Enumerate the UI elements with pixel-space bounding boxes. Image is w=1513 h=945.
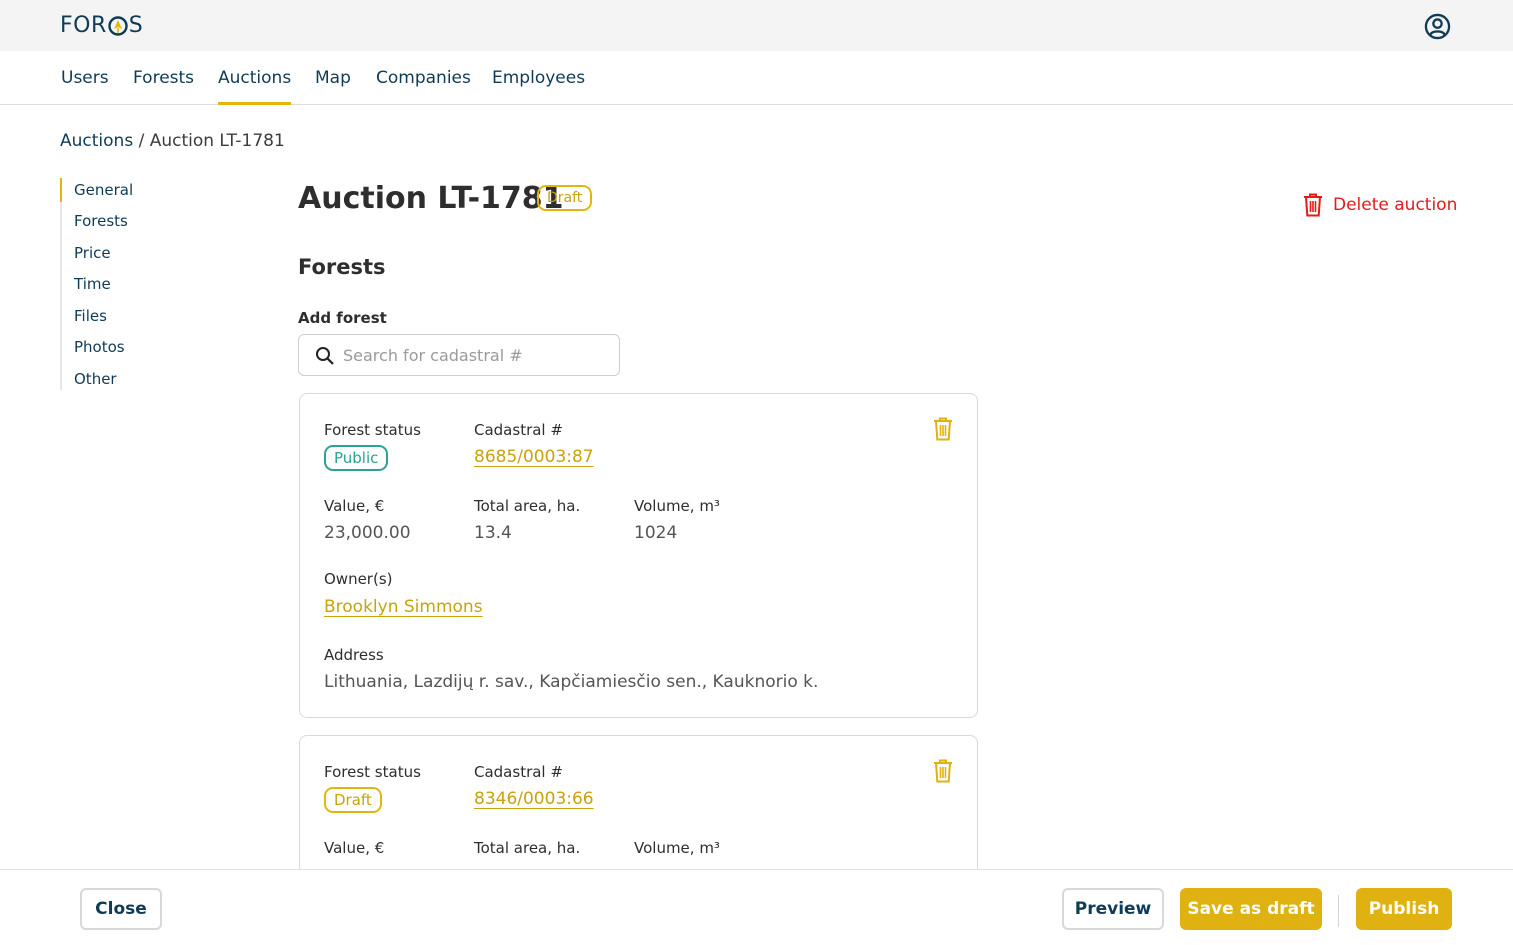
forests-section-title: Forests xyxy=(298,255,386,279)
user-account-icon[interactable] xyxy=(1424,13,1451,40)
cadastral-link[interactable]: 8346/0003:66 xyxy=(474,789,594,809)
preview-button[interactable]: Preview xyxy=(1062,888,1164,930)
nav-users[interactable]: Users xyxy=(61,68,109,105)
breadcrumb-separator: / xyxy=(138,131,145,151)
remove-forest-trash-icon[interactable] xyxy=(933,759,953,783)
total-area-value: 13.4 xyxy=(474,523,512,543)
forest-card: Forest status Public Cadastral # 8685/00… xyxy=(299,393,978,718)
value-amount: 23,000.00 xyxy=(324,523,411,543)
cadastral-link[interactable]: 8685/0003:87 xyxy=(474,447,594,467)
total-area-label: Total area, ha. xyxy=(474,839,581,857)
top-bar: FOR S xyxy=(0,0,1513,51)
sidebar-item-photos[interactable]: Photos xyxy=(74,338,125,356)
logo-text-suffix: S xyxy=(128,13,144,38)
footer-action-bar: Close Preview Save as draft Publish xyxy=(0,869,1513,945)
trash-icon xyxy=(1304,193,1322,217)
nav-forests[interactable]: Forests xyxy=(133,68,194,105)
sidebar-active-indicator xyxy=(60,178,62,202)
nav-map[interactable]: Map xyxy=(315,68,351,105)
volume-label: Volume, m³ xyxy=(634,497,720,515)
add-forest-label: Add forest xyxy=(298,309,387,327)
save-as-draft-button[interactable]: Save as draft xyxy=(1180,888,1322,930)
page-title: Auction LT-1781 xyxy=(298,181,564,216)
publish-button[interactable]: Publish xyxy=(1356,888,1452,930)
cadastral-search-input[interactable] xyxy=(343,343,603,367)
sidebar-item-price[interactable]: Price xyxy=(74,244,111,262)
delete-auction-label: Delete auction xyxy=(1333,195,1458,215)
address-value: Lithuania, Lazdijų r. sav., Kapčiamiesči… xyxy=(324,672,819,692)
search-icon xyxy=(316,347,334,365)
sidebar-item-general[interactable]: General xyxy=(74,181,133,199)
foros-logo[interactable]: FOR S xyxy=(60,13,143,38)
cadastral-search xyxy=(298,334,620,376)
nav-companies[interactable]: Companies xyxy=(376,68,471,105)
logo-text-prefix: FOR xyxy=(60,13,107,38)
main-nav: Users Forests Auctions Map Companies Emp… xyxy=(0,51,1513,105)
nav-employees[interactable]: Employees xyxy=(492,68,585,105)
breadcrumb-current: Auction LT-1781 xyxy=(149,131,285,151)
forest-status-badge: Draft xyxy=(324,787,382,813)
forest-status-label: Forest status xyxy=(324,763,421,781)
sidebar-item-files[interactable]: Files xyxy=(74,307,107,325)
sidebar-item-forests[interactable]: Forests xyxy=(74,212,128,230)
forest-status-label: Forest status xyxy=(324,421,421,439)
forest-status-badge: Public xyxy=(324,445,389,471)
auction-status-badge: Draft xyxy=(537,185,593,211)
nav-auctions[interactable]: Auctions xyxy=(218,68,292,105)
footer-divider xyxy=(1338,895,1339,927)
delete-auction-button[interactable]: Delete auction xyxy=(1303,193,1457,217)
remove-forest-trash-icon[interactable] xyxy=(933,417,953,441)
volume-value: 1024 xyxy=(634,523,678,543)
value-label: Value, € xyxy=(324,497,385,515)
volume-label: Volume, m³ xyxy=(634,839,720,857)
sidebar-item-time[interactable]: Time xyxy=(74,275,111,293)
total-area-label: Total area, ha. xyxy=(474,497,581,515)
address-label: Address xyxy=(324,646,384,664)
value-label: Value, € xyxy=(324,839,385,857)
section-sidebar: General Forests Price Time Files Photos … xyxy=(60,178,240,390)
close-button[interactable]: Close xyxy=(80,888,162,930)
cadastral-label: Cadastral # xyxy=(474,763,563,781)
sidebar-item-other[interactable]: Other xyxy=(74,370,117,388)
cadastral-label: Cadastral # xyxy=(474,421,563,439)
logo-tree-icon xyxy=(108,15,128,36)
owners-label: Owner(s) xyxy=(324,570,393,588)
breadcrumb-root[interactable]: Auctions xyxy=(60,131,133,151)
breadcrumb: Auctions / Auction LT-1781 xyxy=(60,131,285,151)
owner-link[interactable]: Brooklyn Simmons xyxy=(324,597,483,617)
